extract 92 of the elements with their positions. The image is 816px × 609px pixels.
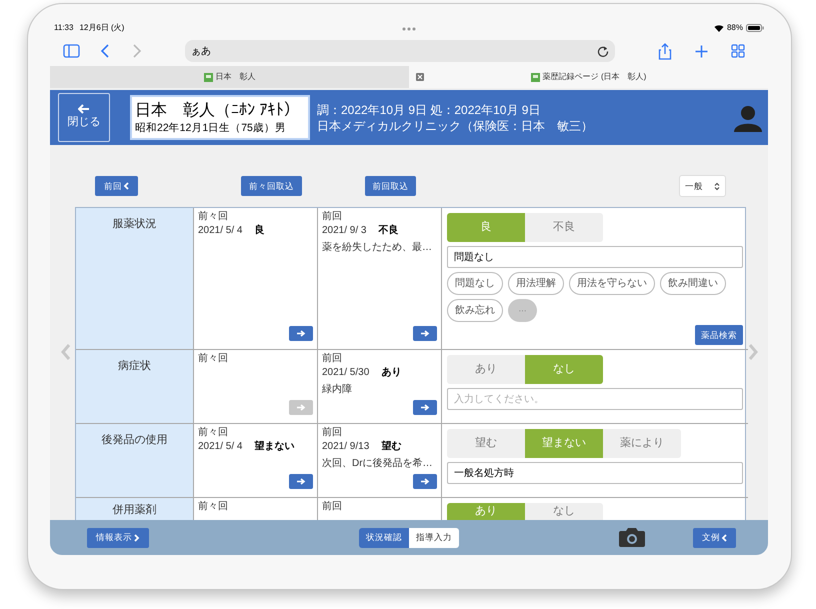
examples-button[interactable]: 文例 <box>693 528 736 548</box>
phrase-chip[interactable]: 問題なし <box>447 272 503 295</box>
option-button[interactable]: 不良 <box>525 213 603 242</box>
multitasking-dots-icon <box>402 27 416 31</box>
option-button[interactable]: 薬により <box>603 429 681 458</box>
tab-title: 日本 彰人 <box>216 71 256 83</box>
arrow-button[interactable] <box>289 474 313 489</box>
category-select[interactable]: 一般 <box>679 175 726 197</box>
arrow-right-icon <box>420 404 430 411</box>
history-heading: 前々回 <box>198 352 229 366</box>
text-field[interactable]: 問題なし <box>447 246 743 268</box>
history-value: あり <box>381 366 402 380</box>
new-tab-icon[interactable] <box>695 44 708 58</box>
text-field[interactable]: 一般名処方時 <box>447 462 743 484</box>
history-note: 次回、Drに後発品を希… <box>322 457 434 471</box>
history-value: 望む <box>381 440 402 454</box>
patient-name: 日本 彰人（ﾆﾎﾝ ｱｷﾄ） <box>135 100 300 120</box>
option-button[interactable]: あり <box>447 355 525 384</box>
phrase-chip[interactable]: 用法を守らない <box>569 272 655 295</box>
history-heading: 前回 <box>322 352 343 366</box>
text-field[interactable]: 入力してください。 <box>447 388 743 410</box>
arrow-left-icon <box>78 104 90 114</box>
history-heading: 前回 <box>322 426 343 440</box>
history-date: 2021/ 5/ 4 <box>198 224 242 238</box>
tab-title: 薬歴記録ページ (日本 彰人) <box>542 71 646 83</box>
mode-tab[interactable]: 指導入力 <box>409 528 459 548</box>
status-date: 12月6日 (火) <box>79 22 124 34</box>
previous-button[interactable]: 前回 <box>95 176 138 196</box>
chevron-left-icon <box>123 182 129 190</box>
history-value: 良 <box>254 224 264 238</box>
arrow-button[interactable] <box>413 474 437 489</box>
option-button[interactable]: なし <box>525 503 603 520</box>
chevron-left-icon <box>721 534 727 542</box>
option-button[interactable]: 望む <box>447 429 525 458</box>
arrow-button[interactable] <box>413 400 437 415</box>
more-chip[interactable]: ··· <box>508 299 537 322</box>
search-drug-button[interactable]: 薬品検索 <box>695 325 743 345</box>
share-icon[interactable] <box>658 42 672 60</box>
tab-overview-icon[interactable] <box>731 44 745 58</box>
battery-percent: 88% <box>726 22 743 34</box>
arrow-right-icon <box>420 478 430 485</box>
arrow-right-icon <box>296 404 306 411</box>
battery-icon <box>746 24 764 32</box>
arrow-right-icon <box>296 330 306 337</box>
arrow-right-icon <box>296 478 306 485</box>
close-button[interactable]: 閉じる <box>58 93 110 142</box>
prescription-dates: 調：2022年10月 9日 処：2022年10月 9日 <box>317 102 542 118</box>
chevron-right-icon <box>134 534 140 542</box>
updown-caret-icon <box>714 182 720 190</box>
history-heading: 前回 <box>322 210 343 224</box>
arrow-right-icon <box>420 330 430 337</box>
history-heading: 前回 <box>322 500 343 514</box>
phrase-chip[interactable]: 飲み間違い <box>660 272 726 295</box>
import-button[interactable]: 前々回取込 <box>241 176 302 196</box>
info-button[interactable]: 情報表示 <box>87 528 149 548</box>
arrow-button[interactable] <box>413 326 437 341</box>
status-time: 11:33 <box>54 22 74 34</box>
camera-icon[interactable] <box>619 527 645 547</box>
wifi-icon <box>714 24 724 32</box>
history-heading: 前々回 <box>198 426 229 440</box>
row-label: 後発品の使用 <box>102 433 168 448</box>
history-value: 望まない <box>254 440 294 454</box>
row-label: 併用薬剤 <box>112 502 156 518</box>
close-tab-icon[interactable] <box>416 73 424 81</box>
history-date: 2021/ 5/ 4 <box>198 440 242 454</box>
reload-icon[interactable] <box>597 45 609 57</box>
address-bar[interactable]: ぁあ <box>185 40 615 62</box>
history-date: 2021/ 9/13 <box>322 440 370 454</box>
browser-tab[interactable]: 日本 彰人 <box>50 66 409 88</box>
row-label: 服薬状況 <box>112 216 156 232</box>
history-note: 薬を紛失したため、最… <box>322 241 433 255</box>
history-value: 不良 <box>378 224 398 238</box>
sidebar-icon[interactable] <box>63 44 80 58</box>
select-value: 一般 <box>685 180 703 192</box>
phrase-chip[interactable]: 用法理解 <box>508 272 564 295</box>
site-icon <box>530 72 540 82</box>
address-text: ぁあ <box>191 44 211 58</box>
history-heading: 前々回 <box>198 210 229 224</box>
history-heading: 前々回 <box>198 500 229 514</box>
mode-tab[interactable]: 状況確認 <box>359 528 409 548</box>
clinic-name: 日本メディカルクリニック（保険医：日本 敏三） <box>317 118 593 134</box>
site-icon <box>204 72 212 82</box>
phrase-chip[interactable]: 飲み忘れ <box>447 299 503 322</box>
history-date: 2021/ 9/ 3 <box>322 224 366 238</box>
patient-birth: 昭和22年12月1日生（75歳）男 <box>135 120 287 134</box>
import-button[interactable]: 前回取込 <box>365 176 416 196</box>
arrow-button[interactable] <box>289 326 313 341</box>
history-date: 2021/ 5/30 <box>322 366 370 380</box>
back-icon[interactable] <box>100 44 110 58</box>
user-avatar-icon <box>734 104 762 132</box>
row-label: 病症状 <box>118 359 151 374</box>
history-note: 緑内障 <box>322 383 353 397</box>
